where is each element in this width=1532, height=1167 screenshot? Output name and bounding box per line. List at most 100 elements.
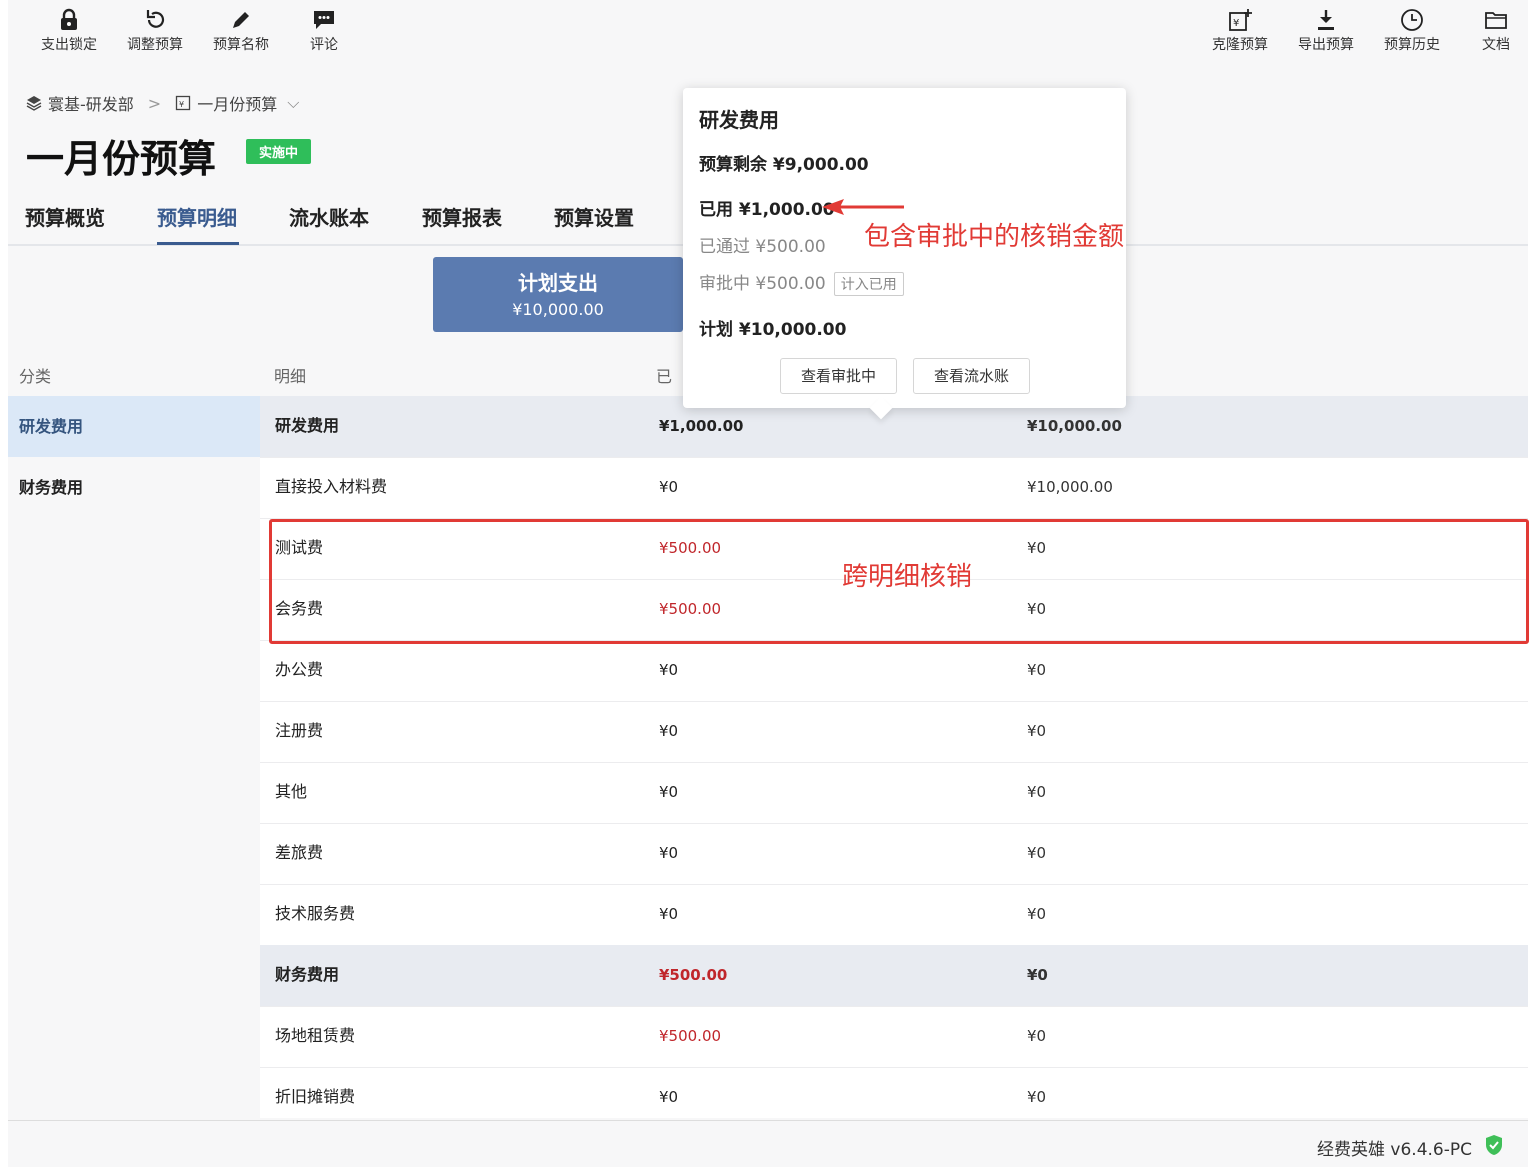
- row-plan-amount: ¥0: [1027, 966, 1048, 984]
- table-row[interactable]: 场地租赁费 ¥500.00 ¥0: [260, 1006, 1528, 1068]
- toolbar-label: 预算名称: [213, 37, 269, 53]
- toolbar-label: 评论: [310, 37, 338, 53]
- column-header-used: 已: [656, 367, 673, 386]
- clone-budget-button[interactable]: ¥ 克隆预算: [1200, 8, 1280, 54]
- plan-card-value: ¥10,000.00: [512, 300, 604, 319]
- table-row[interactable]: 注册费 ¥0 ¥0: [260, 701, 1528, 763]
- popover-pending-text: 审批中 ¥500.00: [699, 274, 826, 294]
- tab-settings[interactable]: 预算设置: [554, 202, 634, 231]
- tab-details[interactable]: 预算明细: [157, 202, 237, 231]
- row-used-amount[interactable]: ¥0: [659, 640, 678, 700]
- planned-spending-card[interactable]: 计划支出 ¥10,000.00: [433, 257, 683, 332]
- toolbar-label: 支出锁定: [41, 37, 97, 53]
- row-used-amount[interactable]: ¥500.00: [659, 945, 727, 1005]
- row-name: 直接投入材料费: [275, 477, 388, 496]
- row-name: 办公费: [275, 660, 324, 679]
- pencil-icon: [233, 12, 249, 28]
- documents-button[interactable]: 文档: [1456, 8, 1532, 54]
- row-plan-amount: ¥0: [1027, 905, 1047, 923]
- row-name: 测试费: [275, 538, 324, 557]
- row-used-amount[interactable]: ¥0: [659, 457, 678, 517]
- rename-budget-button[interactable]: 预算名称: [201, 8, 281, 54]
- shield-check-icon: [1486, 1135, 1502, 1155]
- breadcrumb-org[interactable]: 寰基-研发部: [48, 91, 134, 115]
- lock-icon: [61, 8, 77, 30]
- svg-text:¥: ¥: [1233, 18, 1239, 29]
- table-row[interactable]: 折旧摊销费 ¥0 ¥0: [260, 1067, 1528, 1118]
- row-name: 注册费: [275, 721, 324, 740]
- table-row[interactable]: 办公费 ¥0 ¥0: [260, 640, 1528, 702]
- table-row[interactable]: 直接投入材料费 ¥0 ¥10,000.00: [260, 457, 1528, 519]
- comment-button[interactable]: 评论: [284, 8, 364, 54]
- lock-spending-button[interactable]: 支出锁定: [29, 8, 109, 54]
- row-used-amount[interactable]: ¥500.00: [659, 579, 721, 639]
- clock-icon: [1401, 9, 1423, 31]
- row-used-amount[interactable]: ¥0: [659, 1067, 678, 1118]
- row-used-amount[interactable]: ¥500.00: [659, 1006, 721, 1066]
- column-header-category: 分类: [19, 367, 52, 386]
- app-version: 经费英雄 v6.4.6-PC: [1317, 1140, 1472, 1160]
- tab-overview[interactable]: 预算概览: [25, 202, 105, 231]
- plan-card-title: 计划支出: [518, 271, 598, 295]
- row-name: 研发费用: [275, 416, 340, 435]
- row-used-amount[interactable]: ¥500.00: [659, 518, 721, 578]
- row-used-amount[interactable]: ¥0: [659, 762, 678, 822]
- row-used-amount[interactable]: ¥0: [659, 701, 678, 761]
- toolbar-label: 克隆预算: [1212, 37, 1268, 53]
- category-item[interactable]: 研发费用: [8, 396, 260, 457]
- row-name: 折旧摊销费: [275, 1087, 356, 1106]
- svg-text:¥: ¥: [179, 100, 184, 109]
- budget-history-button[interactable]: 预算历史: [1372, 8, 1452, 54]
- app-window: 支出锁定 调整预算 预算名称 评论 ¥ 克隆预算 导出预算 预算历史 文档 寰基…: [8, 0, 1529, 1167]
- tab-ledger[interactable]: 流水账本: [289, 202, 369, 231]
- category-list: 研发费用 财务费用: [8, 396, 260, 1118]
- table-row[interactable]: 技术服务费 ¥0 ¥0: [260, 884, 1528, 946]
- toolbar-label: 文档: [1482, 37, 1510, 53]
- breadcrumb-budget[interactable]: 一月份预算: [197, 91, 277, 115]
- row-plan-amount: ¥0: [1027, 1088, 1047, 1106]
- row-name: 财务费用: [275, 965, 340, 984]
- row-name: 会务费: [275, 599, 324, 618]
- view-ledger-button[interactable]: 查看流水账: [913, 358, 1030, 394]
- folder-icon: [1485, 12, 1507, 29]
- popover-used: 已用 ¥1,000.00: [699, 200, 835, 220]
- breadcrumb-separator-icon: >: [147, 93, 162, 113]
- annotation-cross-detail: 跨明细核销: [842, 562, 973, 592]
- counted-as-used-tag: 计入已用: [833, 272, 904, 296]
- row-name: 场地租赁费: [275, 1026, 356, 1045]
- row-plan-amount: ¥0: [1027, 539, 1047, 557]
- table-group-row[interactable]: 财务费用 ¥500.00 ¥0: [260, 945, 1528, 1007]
- toolbar-label: 预算历史: [1384, 37, 1440, 53]
- budget-doc-icon: ¥: [176, 95, 191, 111]
- toolbar-label: 调整预算: [127, 37, 183, 53]
- popover-approved: 已通过 ¥500.00: [699, 237, 826, 257]
- row-used-amount[interactable]: ¥0: [659, 884, 678, 944]
- popover-title: 研发费用: [699, 108, 779, 132]
- page-title: 一月份预算: [26, 137, 217, 181]
- table-row[interactable]: 差旅费 ¥0 ¥0: [260, 823, 1528, 885]
- tab-reports[interactable]: 预算报表: [422, 202, 502, 231]
- row-plan-amount: ¥0: [1027, 722, 1047, 740]
- adjust-budget-button[interactable]: 调整预算: [115, 8, 195, 54]
- comment-icon: [314, 11, 334, 29]
- undo-icon: [146, 10, 165, 28]
- row-plan-amount: ¥0: [1027, 844, 1047, 862]
- breadcrumb: 寰基-研发部 > ¥ 一月份预算 ⌵: [26, 91, 299, 115]
- row-name: 技术服务费: [275, 904, 356, 923]
- layers-icon: [26, 96, 42, 111]
- view-pending-button[interactable]: 查看审批中: [780, 358, 897, 394]
- status-footer: 经费英雄 v6.4.6-PC: [8, 1120, 1528, 1167]
- budget-detail-table: 研发费用 ¥1,000.00 ¥10,000.00 直接投入材料费 ¥0 ¥10,000.…: [260, 396, 1528, 1118]
- active-tab-indicator: [157, 242, 239, 245]
- row-name: 其他: [275, 782, 308, 801]
- chevron-down-icon[interactable]: ⌵: [287, 93, 299, 113]
- popover-remaining: 预算剩余 ¥9,000.00: [699, 155, 869, 175]
- export-budget-button[interactable]: 导出预算: [1286, 8, 1366, 54]
- column-header-detail: 明细: [274, 367, 307, 386]
- row-name: 差旅费: [275, 843, 324, 862]
- row-used-amount[interactable]: ¥0: [659, 823, 678, 883]
- table-row[interactable]: 其他 ¥0 ¥0: [260, 762, 1528, 824]
- category-item[interactable]: 财务费用: [8, 457, 260, 518]
- annotation-used-note: 包含审批中的核销金额: [864, 222, 1125, 252]
- row-plan-amount: ¥10,000.00: [1027, 478, 1113, 496]
